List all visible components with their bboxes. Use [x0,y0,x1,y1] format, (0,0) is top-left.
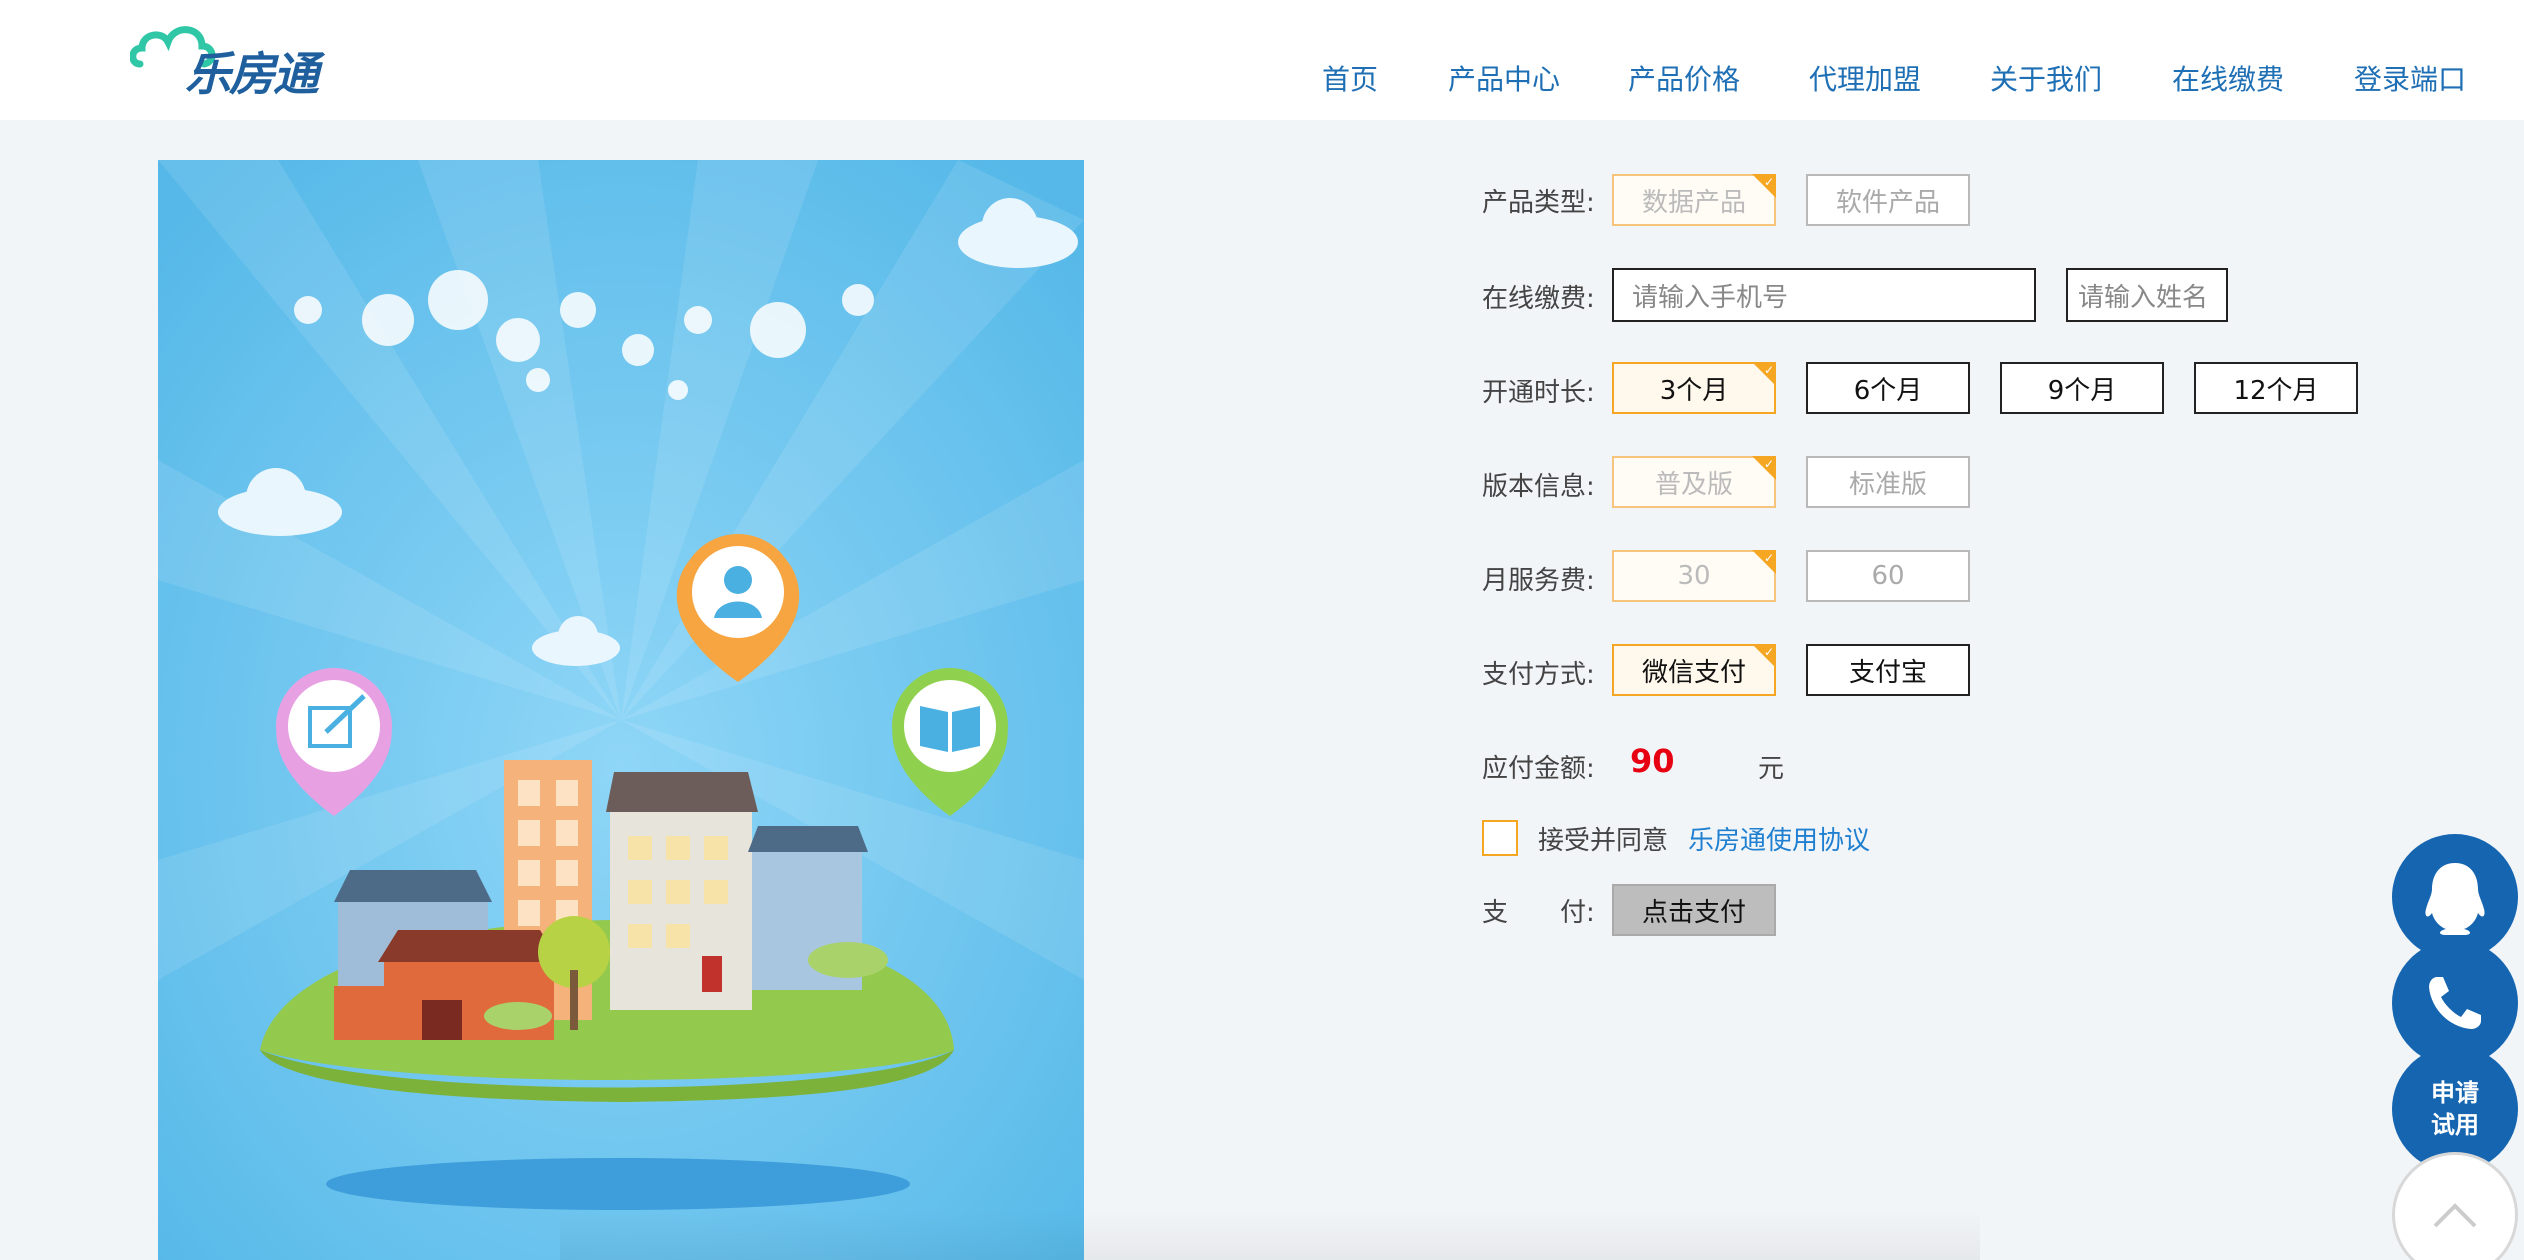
option-text: 支付宝 [1848,657,1927,688]
agreement-checkbox[interactable] [1482,820,1518,856]
nav-products[interactable]: 产品中心 [1448,58,1560,98]
agreement-link[interactable]: 乐房通使用协议 [1688,820,1870,857]
payment-alipay-option[interactable]: 支付宝 [1806,644,1970,696]
online-pay-label: 在线缴费: [1482,284,1595,314]
bottom-shadow [560,1210,1980,1260]
nav-home[interactable]: 首页 [1322,58,1378,98]
duration-12-months-option[interactable]: 12个月 [2194,362,2358,414]
nav-pricing[interactable]: 产品价格 [1628,58,1740,98]
qq-icon [2425,863,2485,935]
option-text: 30 [1677,561,1711,591]
nav-about[interactable]: 关于我们 [1990,58,2102,98]
agreement-text: 接受并同意 [1538,826,1669,856]
amount-value: 90 [1630,742,1675,780]
nav-login[interactable]: 登录端口 [2354,58,2466,98]
site-header: 乐房通 首页 产品中心 产品价格 代理加盟 关于我们 在线缴费 登录端口 [0,0,2524,120]
hero-illustration [158,160,1084,1260]
nav-online-pay[interactable]: 在线缴费 [2172,58,2284,98]
amount-label: 应付金额: [1482,754,1595,784]
option-text: 普及版 [1654,469,1733,500]
option-text: 12个月 [2233,375,2319,406]
chevron-up-icon [2433,1203,2477,1228]
option-text: 软件产品 [1835,187,1940,218]
amount-unit: 元 [1758,754,1785,784]
pay-button[interactable]: 点击支付 [1612,884,1776,936]
brand-name: 乐房通 [185,47,319,101]
name-input[interactable]: 请输入姓名 [2066,268,2228,322]
brand-logo[interactable]: 乐房通 [129,16,340,101]
duration-9-months-option[interactable]: 9个月 [2000,362,2164,414]
monthly-fee-30-option[interactable]: 30 ✓ [1612,550,1776,602]
city-island-illustration [158,160,1084,1260]
duration-label: 开通时长: [1482,378,1595,408]
pay-label: 支 付: [1482,898,1595,928]
version-standard-option[interactable]: 标准版 [1806,456,1970,508]
option-text: 6个月 [1853,375,1923,406]
phone-input[interactable]: 请输入手机号 [1612,268,2036,322]
option-text: 3个月 [1659,375,1729,406]
product-type-software-option[interactable]: 软件产品 [1806,174,1970,226]
checkmark-corner-icon: ✓ [1752,362,1776,386]
option-text: 数据产品 [1641,187,1746,218]
product-type-label: 产品类型: [1482,188,1595,218]
payment-wechat-option[interactable]: 微信支付 ✓ [1612,644,1776,696]
nav-agency[interactable]: 代理加盟 [1809,58,1921,98]
version-label: 版本信息: [1482,472,1595,502]
phone-icon [2429,977,2481,1029]
option-text: 标准版 [1848,469,1927,500]
payment-method-label: 支付方式: [1482,660,1595,690]
option-text: 60 [1871,561,1905,591]
product-type-data-option[interactable]: 数据产品 ✓ [1612,174,1776,226]
checkmark-corner-icon: ✓ [1752,644,1776,668]
trial-apply-text: 申请 试用 [2431,1079,2479,1139]
duration-6-months-option[interactable]: 6个月 [1806,362,1970,414]
monthly-fee-60-option[interactable]: 60 [1806,550,1970,602]
checkmark-corner-icon: ✓ [1752,456,1776,480]
duration-3-months-option[interactable]: 3个月 ✓ [1612,362,1776,414]
back-to-top-button[interactable] [2392,1152,2518,1260]
checkmark-corner-icon: ✓ [1752,174,1776,198]
version-basic-option[interactable]: 普及版 ✓ [1612,456,1776,508]
checkmark-corner-icon: ✓ [1752,550,1776,574]
monthly-fee-label: 月服务费: [1482,566,1595,596]
option-text: 9个月 [2047,375,2117,406]
option-text: 微信支付 [1641,657,1746,688]
